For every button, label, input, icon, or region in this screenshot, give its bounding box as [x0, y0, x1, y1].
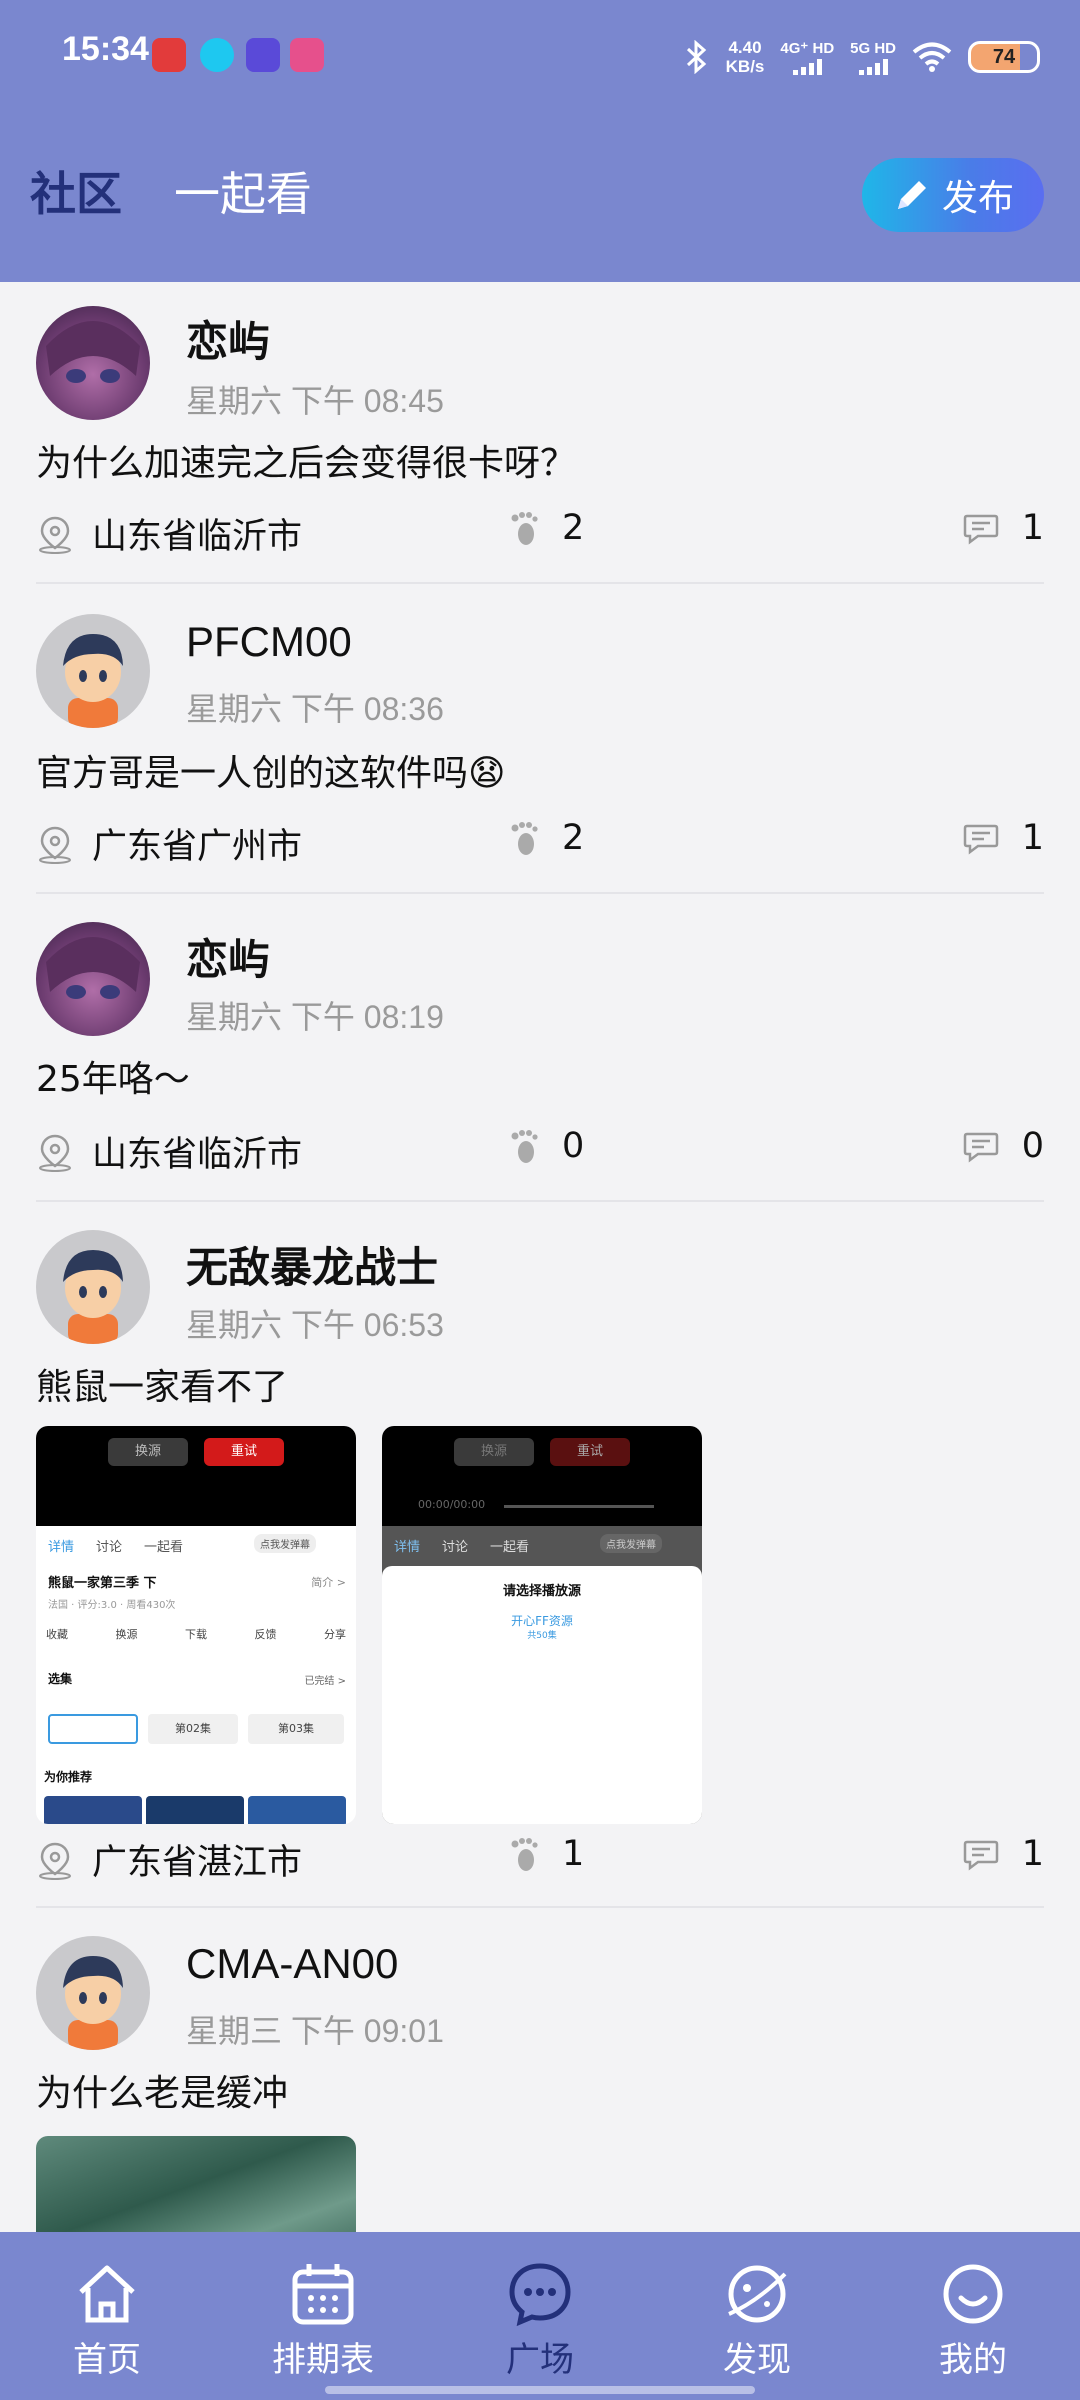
username[interactable]: 无敌暴龙战士	[186, 1234, 438, 1295]
post-meta: 山东省临沂市 2 1	[36, 508, 1044, 558]
post-meta: 广东省广州市 2 1	[36, 818, 1044, 868]
status-indicators: 4.40 KB/s 4G⁺ HD 5G HD 74	[684, 32, 1040, 82]
nav-discover[interactable]: 发现	[682, 2260, 832, 2381]
footprint-count[interactable]: 2	[502, 508, 584, 548]
net-speed: 4.40 KB/s	[725, 38, 765, 76]
browser-icon	[246, 38, 280, 72]
tab-watch-together[interactable]: 一起看	[174, 158, 312, 224]
publish-button[interactable]: 发布	[862, 158, 1044, 232]
sim2-signal: 5G HD	[850, 40, 896, 75]
post-image[interactable]: 换源 重试 详情 讨论 一起看 点我发弹幕 熊鼠一家第三季 下 简介 > 法国 …	[36, 1426, 356, 1824]
post-card[interactable]: PFCM00 星期六 下午 08:36 官方哥是一人创的这软件吗😧 广东省广州市…	[36, 584, 1044, 894]
home-icon	[79, 2265, 135, 2323]
post-date: 星期六 下午 06:53	[186, 1307, 444, 1343]
location-pin-icon	[39, 1134, 71, 1172]
status-time: 15:34	[62, 30, 149, 68]
location-pin-icon	[39, 826, 71, 864]
comment-icon	[963, 824, 998, 855]
sim1-signal: 4G⁺ HD	[780, 39, 834, 75]
qq-icon	[200, 38, 234, 72]
netease-music-icon	[152, 38, 186, 72]
bluetooth-icon	[686, 40, 706, 74]
post-text: 25年咯～	[36, 1059, 190, 1100]
comment-icon	[963, 1132, 998, 1163]
post-date: 星期六 下午 08:36	[186, 691, 444, 727]
post-meta: 山东省临沂市 0 0	[36, 1126, 1044, 1176]
username[interactable]: 恋屿	[186, 308, 270, 369]
header-tabs: 社区 一起看	[30, 158, 312, 224]
post-image[interactable]	[36, 2136, 356, 2232]
post-text: 官方哥是一人创的这软件吗😧	[36, 753, 506, 794]
nav-schedule[interactable]: 排期表	[248, 2260, 398, 2381]
bottom-nav: 首页 排期表 广场 发现 我的	[0, 2232, 1080, 2400]
nav-mine[interactable]: 我的	[898, 2260, 1048, 2381]
footprint-icon	[511, 512, 538, 545]
nav-home[interactable]: 首页	[32, 2260, 182, 2381]
avatar[interactable]	[36, 614, 150, 728]
gesture-bar[interactable]	[325, 2386, 755, 2394]
calendar-icon	[292, 2264, 354, 2325]
planet-icon	[728, 2265, 787, 2323]
post-date: 星期三 下午 09:01	[186, 2013, 444, 2049]
footprint-count[interactable]: 2	[502, 818, 584, 858]
comment-count[interactable]: 1	[962, 508, 1044, 548]
footprint-count[interactable]: 1	[502, 1834, 584, 1874]
smile-icon	[943, 2264, 1003, 2324]
publish-label: 发布	[941, 178, 1014, 219]
post-text: 熊鼠一家看不了	[36, 1367, 289, 1408]
footprint-count[interactable]: 0	[502, 1126, 584, 1166]
wifi-icon	[912, 42, 952, 72]
comment-count[interactable]: 0	[962, 1126, 1044, 1166]
post-card[interactable]: 恋屿 星期六 下午 08:19 25年咯～ 山东省临沂市 0 0	[36, 894, 1044, 1202]
post-card[interactable]: 无敌暴龙战士 星期六 下午 06:53 熊鼠一家看不了 换源 重试 详情 讨论 …	[36, 1202, 1044, 1908]
post-date: 星期六 下午 08:45	[186, 383, 444, 419]
nav-square[interactable]: 广场	[465, 2260, 615, 2381]
app-header: 15:34 4.40 KB/s 4G⁺ HD 5G HD 74 社区 一起看 发…	[0, 0, 1080, 282]
avatar[interactable]	[36, 1936, 150, 2050]
footprint-icon	[511, 1838, 538, 1871]
tab-community[interactable]: 社区	[30, 158, 122, 224]
footprint-icon	[511, 822, 538, 855]
username[interactable]: PFCM00	[186, 618, 352, 666]
battery-indicator: 74	[968, 41, 1040, 73]
avatar[interactable]	[36, 922, 150, 1036]
pencil-icon	[897, 181, 926, 209]
comment-count[interactable]: 1	[962, 818, 1044, 858]
comment-icon	[963, 1840, 998, 1871]
location-pin-icon	[39, 516, 71, 554]
avatar[interactable]	[36, 306, 150, 420]
post-meta: 广东省湛江市 1 1	[36, 1834, 1044, 1884]
location-text: 广东省广州市	[92, 827, 303, 867]
footprint-icon	[511, 1130, 538, 1163]
comment-icon	[963, 514, 998, 545]
comment-count[interactable]: 1	[962, 1834, 1044, 1874]
post-date: 星期六 下午 08:19	[186, 999, 444, 1035]
post-text: 为什么老是缓冲	[36, 2073, 289, 2114]
avatar[interactable]	[36, 1230, 150, 1344]
username[interactable]: CMA-AN00	[186, 1940, 398, 1988]
location-text: 山东省临沂市	[92, 517, 303, 557]
chat-bubble-icon	[509, 2263, 571, 2327]
post-card[interactable]: CMA-AN00 星期三 下午 09:01 为什么老是缓冲	[36, 1908, 1044, 2232]
post-text: 为什么加速完之后会变得很卡呀？	[36, 443, 577, 484]
location-pin-icon	[39, 1842, 71, 1880]
app-icon	[290, 38, 324, 72]
post-image[interactable]: 换源 重试 00:00/00:00 详情 讨论 一起看 点我发弹幕 请选择播放源…	[382, 1426, 702, 1824]
location-text: 山东省临沂市	[92, 1135, 303, 1175]
status-bar: 15:34 4.40 KB/s 4G⁺ HD 5G HD 74	[0, 0, 1080, 110]
location-text: 广东省湛江市	[92, 1843, 303, 1883]
username[interactable]: 恋屿	[186, 926, 270, 987]
post-feed[interactable]: 恋屿 星期六 下午 08:45 为什么加速完之后会变得很卡呀？ 山东省临沂市 2…	[0, 282, 1080, 2232]
post-card[interactable]: 恋屿 星期六 下午 08:45 为什么加速完之后会变得很卡呀？ 山东省临沂市 2…	[36, 282, 1044, 584]
